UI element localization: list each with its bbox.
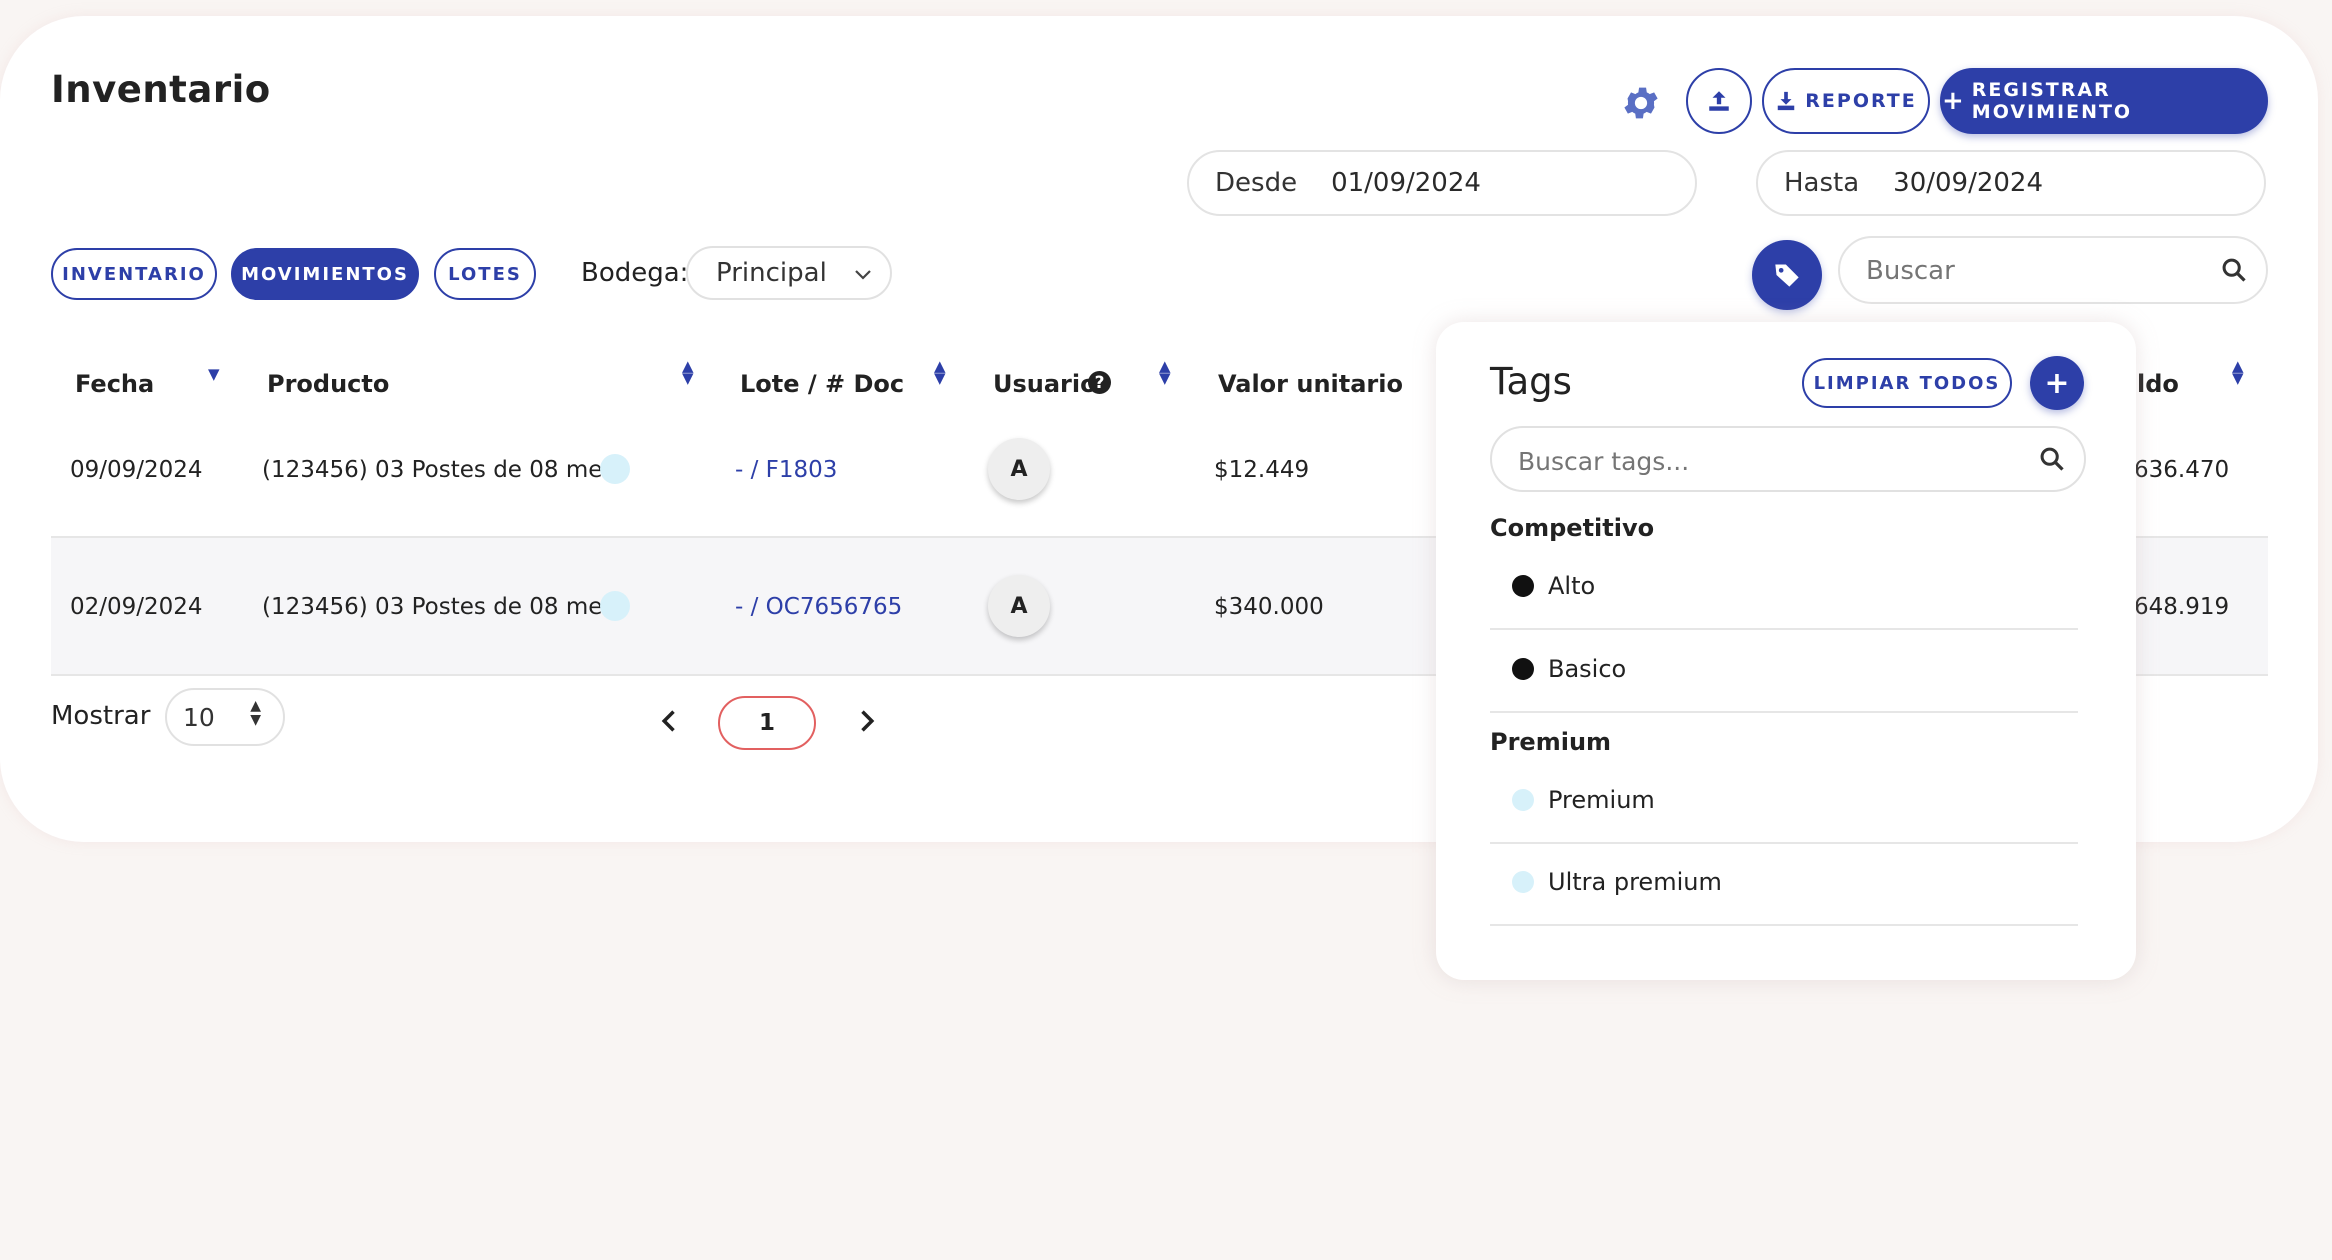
tags-search-input[interactable] [1516,440,2000,482]
cell-fecha: 02/09/2024 [70,594,203,620]
cell-lote-link[interactable]: - / OC7656765 [735,594,902,620]
cell-fecha: 09/09/2024 [70,457,203,483]
warehouse-selected: Principal [716,258,827,288]
date-to-value: 30/09/2024 [1893,168,2044,198]
header-usuario[interactable]: Usuario [993,370,1097,398]
header-saldo[interactable]: ldo [2137,370,2179,398]
tag-item-basico[interactable]: Basico [1512,655,1626,683]
cell-saldo: 636.470 [2134,457,2230,483]
page-size-value: 10 [183,703,215,732]
tag-filter-button[interactable] [1752,240,1822,310]
tag-color-dot [1512,658,1534,680]
divider [1490,842,2078,844]
download-icon [1778,91,1795,111]
chevron-down-icon [855,270,871,280]
cell-producto: (123456) 03 Postes de 08 me... [262,594,625,620]
tag-color-dot [1512,789,1534,811]
header-producto[interactable]: Producto [267,370,389,398]
register-movement-button[interactable]: + REGISTRAR MOVIMIENTO [1940,68,2268,134]
avatar: A [988,575,1050,637]
divider [1490,711,2078,713]
tag-icon [1775,264,1799,287]
search-box[interactable] [1838,236,2268,304]
header-valor-unitario[interactable]: Valor unitario [1218,370,1403,398]
tab-lotes[interactable]: LOTES [434,248,536,300]
cell-valor: $12.449 [1214,457,1310,483]
sort-icon[interactable]: ▲ ▼ [2232,359,2244,386]
search-icon[interactable] [2038,445,2066,473]
warehouse-select[interactable]: Principal [686,246,892,300]
sort-icon[interactable]: ▲ ▼ [1159,359,1171,386]
chevron-left-icon[interactable] [656,707,684,735]
tag-group-premium: Premium [1490,728,1612,756]
tag-item-premium[interactable]: Premium [1512,786,1655,814]
chevron-right-icon[interactable] [852,707,880,735]
tag-dot [600,454,630,484]
sort-icon[interactable]: ▲ ▼ [934,359,946,386]
search-icon[interactable] [2220,256,2248,284]
warehouse-label: Bodega: [581,258,689,288]
add-tag-button[interactable]: + [2030,356,2084,410]
help-icon[interactable]: ? [1088,371,1111,394]
tab-inventario[interactable]: INVENTARIO [51,248,217,300]
divider [1490,628,2078,630]
report-button[interactable]: REPORTE [1762,68,1930,134]
gear-icon[interactable] [1620,82,1662,124]
search-input[interactable] [1864,250,2198,292]
header-lote[interactable]: Lote / # Doc [740,370,904,398]
stepper-icon: ▲ ▼ [250,698,261,728]
page-current[interactable]: 1 [718,696,816,750]
tags-title: Tags [1490,360,1572,403]
tags-search-box[interactable] [1490,426,2086,492]
date-to-label: Hasta [1784,168,1860,198]
tab-movimientos[interactable]: MOVIMIENTOS [231,248,419,300]
upload-icon [1709,91,1729,111]
divider [1490,924,2078,926]
tag-dot [600,591,630,621]
sort-icon[interactable]: ▲ ▼ [682,359,694,386]
tags-panel: Tags LIMPIAR TODOS + Competitivo Alto Ba… [1436,322,2136,980]
page-title: Inventario [51,68,271,111]
tag-item-ultra-premium[interactable]: Ultra premium [1512,868,1722,896]
date-to-field[interactable]: Hasta 30/09/2024 [1756,150,2266,216]
page-size-select[interactable]: 10 ▲ ▼ [165,688,285,746]
cell-producto: (123456) 03 Postes de 08 me... [262,457,625,483]
date-from-label: Desde [1215,168,1298,198]
cell-valor: $340.000 [1214,594,1324,620]
cell-lote-link[interactable]: - / F1803 [735,457,837,483]
plus-icon: + [1942,86,1964,116]
avatar: A [988,438,1050,500]
tag-color-dot [1512,575,1534,597]
date-from-value: 01/09/2024 [1331,168,1481,198]
tag-group-competitivo: Competitivo [1490,514,1655,542]
sort-desc-icon[interactable]: ▼ [208,367,220,382]
upload-button[interactable] [1686,68,1752,134]
tag-color-dot [1512,871,1534,893]
tag-item-alto[interactable]: Alto [1512,572,1595,600]
date-from-field[interactable]: Desde 01/09/2024 [1187,150,1697,216]
show-label: Mostrar [51,701,151,731]
clear-all-button[interactable]: LIMPIAR TODOS [1802,358,2012,408]
header-fecha[interactable]: Fecha [75,370,154,398]
cell-saldo: 648.919 [2134,594,2230,620]
